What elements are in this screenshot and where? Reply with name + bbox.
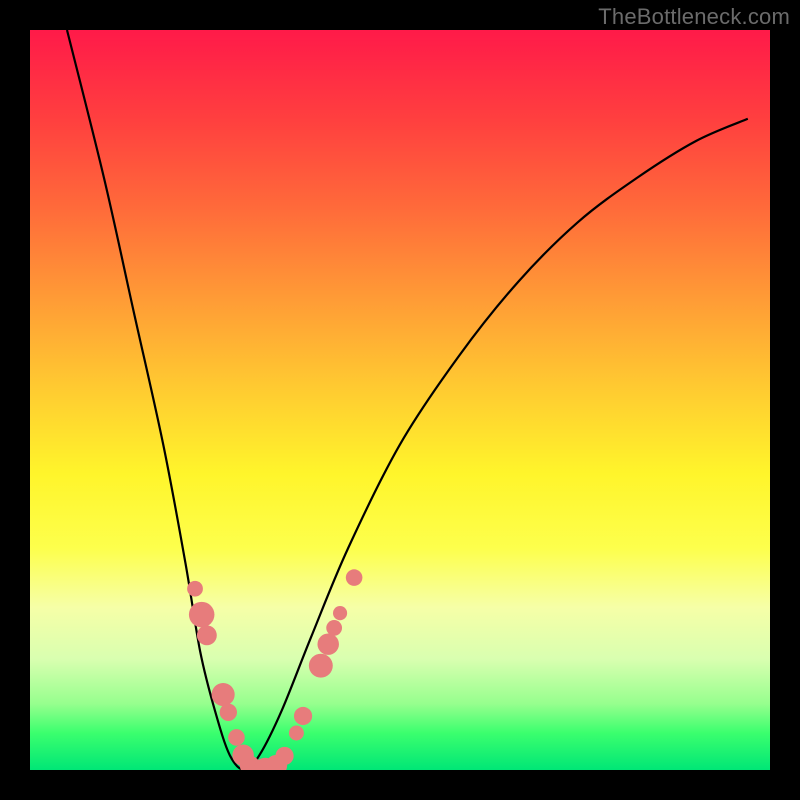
data-marker [247, 759, 267, 770]
data-marker [317, 633, 338, 654]
data-marker [346, 569, 363, 586]
data-marker [294, 707, 312, 725]
plot-area [30, 30, 770, 770]
data-marker [189, 602, 215, 628]
data-marker [254, 758, 277, 770]
data-marker [187, 581, 203, 597]
bottleneck-curve [67, 30, 748, 770]
data-marker [289, 726, 304, 741]
data-marker [309, 654, 333, 678]
data-markers [187, 569, 362, 770]
data-marker [333, 606, 347, 620]
watermark-text: TheBottleneck.com [598, 4, 790, 30]
curve-layer [30, 30, 770, 770]
data-marker [212, 683, 235, 706]
data-marker [232, 744, 253, 765]
data-marker [197, 625, 217, 645]
data-marker [266, 755, 287, 770]
data-marker [326, 620, 342, 636]
data-marker [220, 704, 237, 721]
data-marker [228, 729, 245, 746]
data-marker [275, 747, 293, 765]
chart-frame: TheBottleneck.com [0, 0, 800, 800]
data-marker [240, 756, 260, 770]
